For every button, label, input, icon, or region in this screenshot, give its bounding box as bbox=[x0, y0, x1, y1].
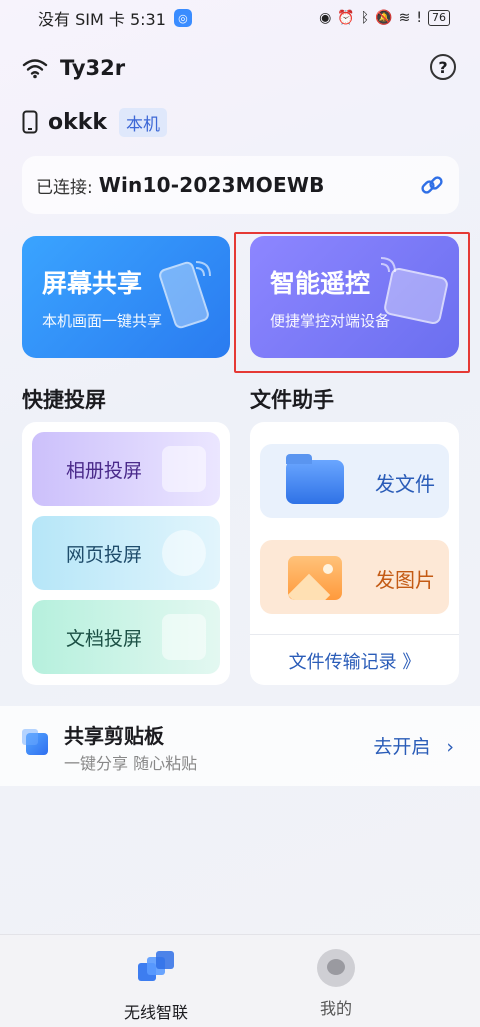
nav-tab-mine[interactable]: 我的 bbox=[276, 949, 396, 1019]
nav-label-mine: 我的 bbox=[319, 999, 352, 1018]
screen-share-subtitle: 本机画面一键共享 bbox=[42, 312, 163, 330]
signal-wave-icon bbox=[195, 261, 211, 277]
device-row: okkk 本机 bbox=[22, 106, 168, 138]
enable-clipboard-label: 去开启 bbox=[373, 736, 431, 758]
battery-icon: 76 bbox=[428, 10, 450, 26]
globe-icon bbox=[162, 530, 206, 576]
send-image-label: 发图片 bbox=[375, 568, 435, 592]
transfer-log-link[interactable]: 文件传输记录 》 bbox=[250, 648, 459, 674]
web-cast-button[interactable]: 网页投屏 bbox=[32, 516, 220, 590]
chevron-right-icon: › bbox=[446, 736, 454, 758]
bottom-navigation: 无线智联 我的 bbox=[0, 934, 480, 1027]
carrier-time-text: 没有 SIM 卡 5:31 bbox=[38, 10, 166, 29]
album-cast-button[interactable]: 相册投屏 bbox=[32, 432, 220, 506]
clipboard-subtitle: 一键分享 随心粘贴 bbox=[64, 754, 198, 773]
screen-share-card[interactable]: 屏幕共享 本机画面一键共享 bbox=[22, 236, 230, 358]
connected-device-name: Win10-2023MOEWB bbox=[98, 173, 325, 197]
mute-icon: 🔕 bbox=[375, 10, 393, 26]
device-name: okkk bbox=[48, 109, 108, 135]
app-notification-icon: ◎ bbox=[173, 9, 192, 27]
clipboard-title: 共享剪贴板 bbox=[64, 724, 164, 748]
wifi-icon bbox=[22, 59, 48, 79]
send-file-label: 发文件 bbox=[375, 472, 435, 496]
quick-cast-panel: 相册投屏 网页投屏 文档投屏 bbox=[22, 422, 230, 685]
image-icon bbox=[288, 556, 342, 600]
alarm-icon: ⏰ bbox=[337, 10, 355, 26]
wifi-row: Ty32r ? bbox=[22, 52, 458, 84]
web-cast-label: 网页投屏 bbox=[66, 543, 143, 566]
folder-icon bbox=[286, 454, 344, 504]
send-image-button[interactable]: 发图片 bbox=[260, 540, 449, 614]
phone-icon bbox=[22, 110, 38, 134]
document-icon bbox=[162, 614, 206, 660]
photo-stack-icon bbox=[162, 446, 206, 492]
eye-icon: ◉ bbox=[319, 10, 332, 26]
nav-tab-wireless[interactable]: 无线智联 bbox=[96, 949, 216, 1023]
wifi-status-icon: ≋ bbox=[398, 10, 411, 26]
highlight-box bbox=[234, 232, 470, 373]
doc-cast-label: 文档投屏 bbox=[66, 627, 143, 650]
connection-label: 已连接: bbox=[36, 177, 93, 198]
enable-clipboard-button[interactable]: 去开启 › bbox=[373, 732, 454, 759]
quick-cast-title: 快捷投屏 bbox=[22, 388, 106, 412]
screen-share-title: 屏幕共享 bbox=[42, 269, 143, 298]
avatar-icon bbox=[317, 949, 355, 987]
divider bbox=[250, 634, 459, 635]
wireless-link-icon bbox=[138, 951, 174, 981]
send-file-button[interactable]: 发文件 bbox=[260, 444, 449, 518]
local-device-badge: 本机 bbox=[119, 107, 168, 137]
connection-card[interactable]: 已连接: Win10-2023MOEWB bbox=[22, 156, 459, 214]
file-helper-panel: 发文件 发图片 文件传输记录 》 bbox=[250, 422, 459, 685]
nav-label-wireless: 无线智联 bbox=[123, 1003, 188, 1022]
status-bar: 没有 SIM 卡 5:31 ◎ ◉ ⏰ ᛒ 🔕 ≋ ! 76 bbox=[0, 0, 480, 36]
bluetooth-icon: ᛒ bbox=[360, 10, 370, 26]
link-icon[interactable] bbox=[419, 172, 445, 198]
wifi-name: Ty32r bbox=[60, 56, 126, 80]
doc-cast-button[interactable]: 文档投屏 bbox=[32, 600, 220, 674]
shared-clipboard-row[interactable]: 共享剪贴板 一键分享 随心粘贴 去开启 › bbox=[0, 706, 480, 786]
clipboard-icon bbox=[22, 729, 48, 755]
help-icon[interactable]: ? bbox=[430, 54, 456, 80]
album-cast-label: 相册投屏 bbox=[66, 459, 143, 482]
file-helper-title: 文件助手 bbox=[250, 388, 334, 412]
alert-icon: ! bbox=[416, 10, 422, 26]
